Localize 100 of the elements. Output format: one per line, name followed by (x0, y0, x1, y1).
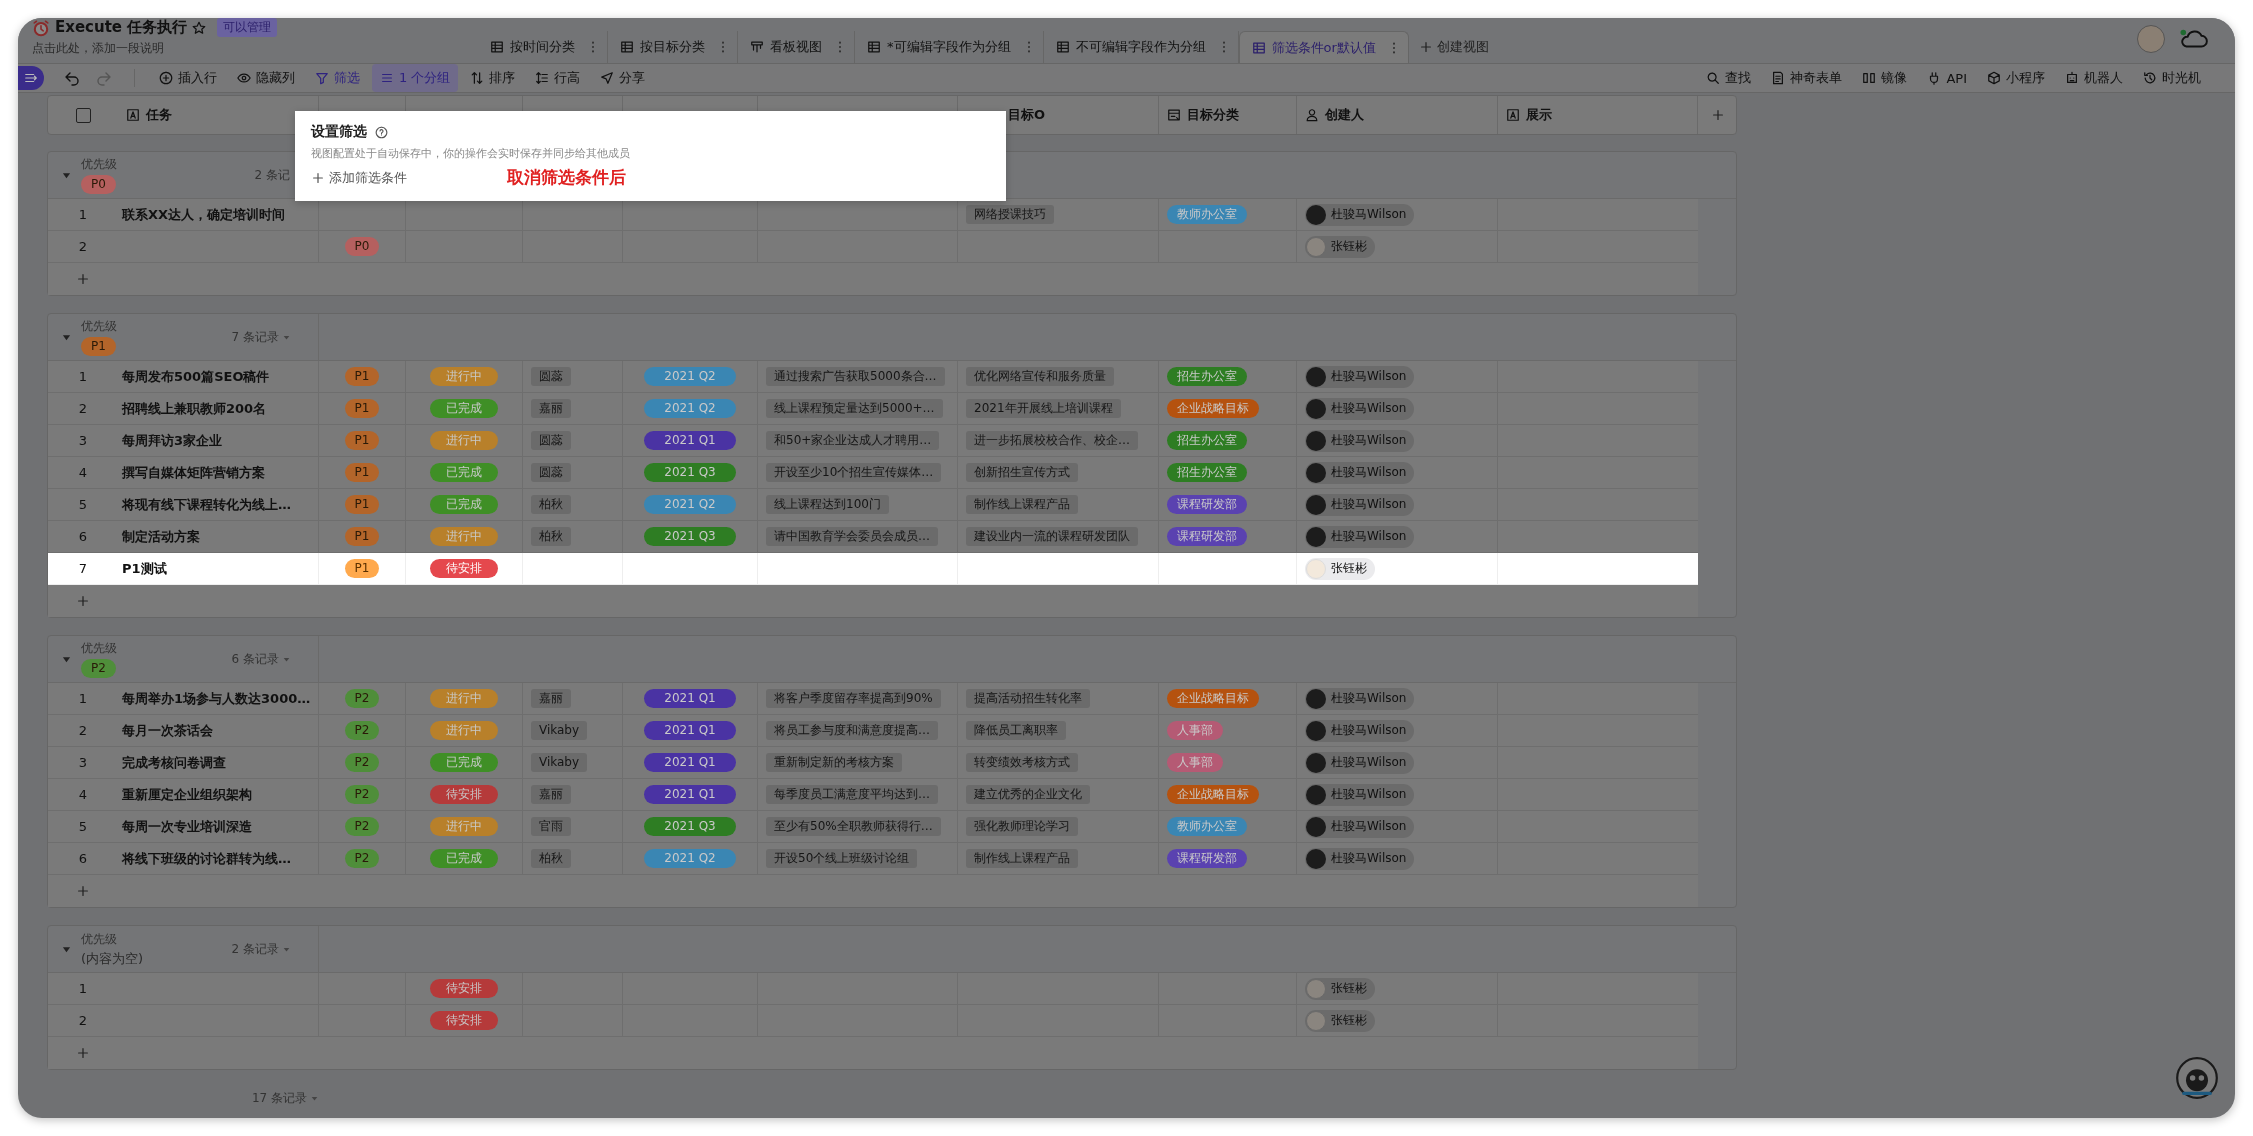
category-tag: 课程研发部 (1167, 495, 1247, 514)
status-tag: 已完成 (430, 399, 498, 418)
status-tag: 进行中 (430, 367, 498, 386)
priority-tag: P1 (344, 463, 380, 482)
description-text[interactable]: 点击此处，添加一段说明 (32, 40, 478, 57)
priority-tag: P1 (344, 559, 380, 578)
record-count[interactable]: 2 条记录 (231, 940, 279, 958)
plus-icon (1418, 40, 1433, 54)
toolbar-button[interactable]: 插入行 (151, 64, 225, 92)
creator-name: 杜骏马Wilson (1331, 818, 1407, 835)
total-record-count[interactable]: 17 条记录 (251, 1090, 307, 1107)
cloud-sync-icon[interactable] (2179, 28, 2209, 50)
create-view-button[interactable]: 创建视图 (1408, 31, 1499, 63)
objective-tag: 优化网络宣传和服务质量 (966, 367, 1114, 386)
category-tag: 招生办公室 (1167, 463, 1247, 482)
add-filter-button[interactable]: 添加筛选条件 (311, 168, 407, 187)
view-tab[interactable]: 看板视图 (738, 31, 855, 63)
priority-tag: P2 (344, 817, 380, 836)
row-number: 2 (78, 239, 88, 254)
caret-icon[interactable] (283, 333, 290, 341)
user-avatar[interactable] (2137, 25, 2165, 53)
table-icon (867, 40, 881, 54)
owner-tag: Vikaby (531, 753, 588, 772)
robot-icon (2065, 71, 2079, 85)
toolbar-button[interactable]: 隐藏列 (229, 64, 303, 92)
more-icon[interactable] (1026, 40, 1031, 54)
view-tab[interactable]: 按时间分类 (478, 31, 608, 63)
select-all-checkbox[interactable] (75, 107, 91, 123)
redo-icon[interactable] (96, 70, 112, 86)
view-tab[interactable]: 不可编辑字段作为分组 (1043, 31, 1239, 63)
collapse-triangle-icon[interactable] (62, 332, 71, 342)
creator-name: 杜骏马Wilson (1331, 690, 1407, 707)
toolbar-button[interactable]: 分享 (592, 64, 654, 92)
priority-tag: P1 (344, 495, 380, 514)
toolbar-button[interactable]: 查找 (1698, 64, 1760, 92)
collapse-triangle-icon[interactable] (62, 654, 71, 664)
star-icon[interactable] (192, 20, 207, 35)
row-number: 4 (78, 465, 88, 480)
more-icon[interactable] (591, 40, 595, 54)
record-count[interactable]: 2 条记 (254, 166, 290, 184)
annotation-text: 取消筛选条件后 (507, 166, 626, 189)
tab-label: *可编辑字段作为分组 (887, 38, 1011, 56)
toolbar-button[interactable]: 时光机 (2135, 64, 2209, 92)
owner-tag: 柏秋 (531, 527, 571, 546)
help-icon[interactable] (375, 125, 388, 139)
document-title: Execute 任务执行 (55, 18, 188, 37)
more-icon[interactable] (838, 40, 842, 54)
objective-tag: 进一步拓展校校合作、校企… (966, 431, 1138, 450)
view-tab[interactable]: *可编辑字段作为分组 (855, 31, 1044, 63)
more-icon[interactable] (1391, 40, 1396, 55)
creator-name: 杜骏马Wilson (1331, 464, 1407, 481)
sidebar-toggle-button[interactable] (18, 66, 44, 90)
owner-tag: 圆蕊 (531, 367, 571, 386)
owner-tag: 柏秋 (531, 849, 571, 868)
toolbar-button[interactable]: 机器人 (2057, 64, 2131, 92)
toolbar-button[interactable]: 小程序 (1979, 64, 2053, 92)
record-count[interactable]: 7 条记录 (231, 328, 279, 346)
quarter-tag: 2021 Q1 (644, 689, 736, 708)
text-field-icon (1506, 108, 1520, 122)
category-tag: 课程研发部 (1167, 849, 1247, 868)
toolbar-button[interactable]: 行高 (527, 64, 589, 92)
caret-icon[interactable] (283, 945, 290, 953)
toolbar-button[interactable]: 排序 (462, 64, 524, 92)
column-header[interactable]: 目标分类 (1187, 106, 1239, 124)
toolbar-button[interactable]: 神奇表单 (1763, 64, 1851, 92)
plus-icon (76, 272, 90, 286)
objective-tag: 建设业内一流的课程研发团队 (966, 527, 1138, 546)
toolbar-button[interactable]: API (1919, 64, 1975, 92)
record-count[interactable]: 6 条记录 (231, 650, 279, 668)
toolbar-button[interactable]: 镜像 (1854, 64, 1916, 92)
avatar-icon (1306, 526, 1326, 547)
collapse-triangle-icon[interactable] (62, 944, 71, 954)
kanban-icon (750, 40, 764, 54)
avatar-icon (1306, 494, 1326, 515)
form-icon (1771, 71, 1786, 85)
priority-tag: P2 (344, 849, 380, 868)
view-tab[interactable]: 筛选条件or默认值 (1238, 31, 1409, 63)
more-icon[interactable] (1221, 40, 1226, 54)
more-icon[interactable] (721, 40, 725, 54)
caret-icon[interactable] (283, 655, 290, 663)
toolbar-button[interactable]: 筛选 (307, 64, 368, 92)
caret-icon[interactable] (311, 1095, 318, 1102)
category-tag: 招生办公室 (1167, 367, 1247, 386)
avatar-icon (1306, 720, 1326, 741)
collapse-triangle-icon[interactable] (62, 170, 71, 180)
plus-icon (76, 1046, 90, 1060)
mascot-drawing[interactable] (2175, 1056, 2219, 1100)
creator-name: 杜骏马Wilson (1331, 400, 1407, 417)
key-result-tag: 将员工参与度和满意度提高… (766, 721, 938, 740)
category-icon (1167, 108, 1181, 122)
category-tag: 人事部 (1167, 721, 1223, 740)
column-header[interactable]: 任务 (146, 106, 172, 124)
toolbar-button[interactable]: 1 个分组 (372, 64, 459, 92)
column-header[interactable]: 创建人 (1325, 106, 1364, 124)
column-header[interactable]: 目标O (1008, 106, 1046, 124)
sort-icon (470, 71, 485, 85)
view-tab[interactable]: 按目标分类 (608, 31, 738, 63)
row-number: 1 (78, 207, 88, 222)
undo-icon[interactable] (64, 70, 80, 86)
column-header[interactable]: 展示 (1526, 106, 1552, 124)
